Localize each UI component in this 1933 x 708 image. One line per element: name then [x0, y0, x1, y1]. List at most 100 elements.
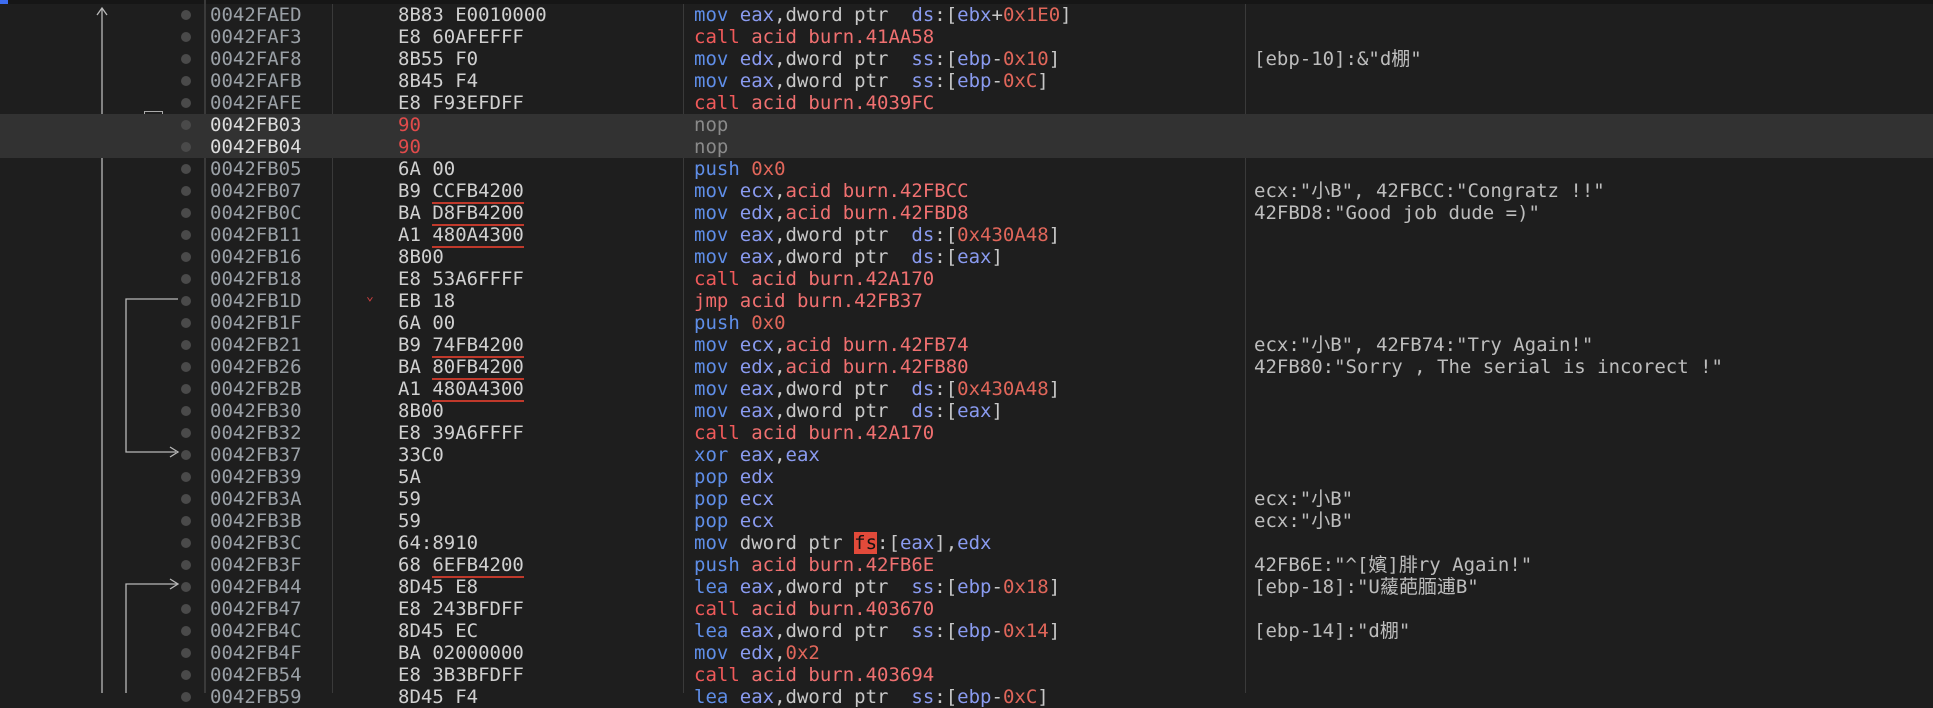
listing-row[interactable]: 0042FB0C BA D8FB4200 mov edx,acid burn.42F…	[0, 202, 1933, 226]
breakpoint-dot-icon[interactable]	[181, 362, 191, 372]
listing-row[interactable]: 0042FB07 B9 CCFB4200 mov ecx,acid burn.42F…	[0, 180, 1933, 204]
listing-row[interactable]: 0042FB26 BA 80FB4200 mov edx,acid burn.42F…	[0, 356, 1933, 380]
listing-row[interactable]: 0042FB03 90 nop	[0, 114, 1933, 136]
byte-segment: 480A4300	[432, 378, 524, 402]
listing-row[interactable]: 0042FB18 E8 53A6FFFF call acid burn.42A170	[0, 268, 1933, 290]
breakpoint-dot-icon[interactable]	[181, 494, 191, 504]
listing-row[interactable]: 0042FB32 E8 39A6FFFF call acid burn.42A170	[0, 422, 1933, 444]
breakpoint-dot-icon[interactable]	[181, 340, 191, 350]
breakpoint-dot-icon[interactable]	[181, 626, 191, 636]
listing-row[interactable]: 0042FAF3 E8 60AFEFFF call acid burn.41AA58	[0, 26, 1933, 48]
byte-segment: E8 60AFEFFF	[398, 26, 524, 48]
byte-segment: 6EFB4200	[432, 554, 524, 578]
address: 0042FB07	[210, 180, 302, 202]
breakpoint-dot-icon[interactable]	[181, 76, 191, 86]
listing-row[interactable]: 0042FB05 6A 00 push 0x0	[0, 158, 1933, 180]
listing-row[interactable]: 0042FB3F 68 6EFB4200 push acid burn.42FB6E…	[0, 554, 1933, 578]
address: 0042FB16	[210, 246, 302, 268]
listing-row[interactable]: 0042FB21 B9 74FB4200 mov ecx,acid burn.42F…	[0, 334, 1933, 358]
listing-row[interactable]: 0042FAED 8B83 E0010000 mov eax,dword ptr d…	[0, 4, 1933, 26]
breakpoint-dot-icon[interactable]	[181, 384, 191, 394]
listing-row[interactable]: 0042FAF8 8B55 F0 mov edx,dword ptr ss:[ebp…	[0, 48, 1933, 70]
breakpoint-dot-icon[interactable]	[181, 252, 191, 262]
breakpoint-dot-icon[interactable]	[181, 428, 191, 438]
breakpoint-dot-icon[interactable]	[181, 516, 191, 526]
disassembly-text: call acid burn.403670	[694, 598, 934, 620]
breakpoint-dot-icon[interactable]	[181, 450, 191, 460]
asm-token: edx	[739, 48, 775, 70]
disassembly-text: mov dword ptr fs:[eax],edx	[694, 532, 991, 554]
breakpoint-dot-icon[interactable]	[181, 32, 191, 42]
asm-token: mov	[694, 532, 740, 554]
asm-token: ,	[774, 202, 786, 224]
breakpoint-dot-icon[interactable]	[181, 648, 191, 658]
address: 0042FB44	[210, 576, 302, 598]
breakpoint-dot-icon[interactable]	[181, 120, 191, 130]
byte-segment: 6A 00	[398, 312, 456, 334]
asm-token: eax	[739, 246, 775, 268]
breakpoint-dot-icon[interactable]	[181, 10, 191, 20]
breakpoint-dot-icon[interactable]	[181, 318, 191, 328]
listing-row[interactable]: 0042FB11 A1 480A4300 mov eax,dword ptr ds:…	[0, 224, 1933, 248]
asm-token: mov	[694, 642, 740, 664]
breakpoint-dot-icon[interactable]	[181, 186, 191, 196]
listing-row[interactable]: 0042FAFE E8 F93EFDFF call acid burn.4039FC	[0, 92, 1933, 114]
listing-row[interactable]: 0042FB47 E8 243BFDFF call acid burn.403670	[0, 598, 1933, 620]
listing-row[interactable]: 0042FB39 5A pop edx	[0, 466, 1933, 488]
address: 0042FB18	[210, 268, 302, 290]
chevron-down-icon: ⌄	[366, 289, 374, 304]
breakpoint-dot-icon[interactable]	[181, 296, 191, 306]
asm-token: call	[694, 664, 752, 686]
asm-token: :[	[934, 246, 958, 268]
breakpoint-dot-icon[interactable]	[181, 274, 191, 284]
breakpoint-dot-icon[interactable]	[181, 406, 191, 416]
breakpoint-dot-icon[interactable]	[181, 692, 191, 702]
asm-token: mov	[694, 356, 740, 378]
address: 0042FB30	[210, 400, 302, 422]
asm-token: jmp	[694, 290, 740, 312]
listing-row[interactable]: 0042FB4C 8D45 EC lea eax,dword ptr ss:[ebp…	[0, 620, 1933, 642]
asm-token: acid burn.403694	[751, 664, 935, 686]
breakpoint-dot-icon[interactable]	[181, 538, 191, 548]
breakpoint-dot-icon[interactable]	[181, 98, 191, 108]
listing-row[interactable]: 0042FAFB 8B45 F4 mov eax,dword ptr ss:[ebp…	[0, 70, 1933, 92]
breakpoint-dot-icon[interactable]	[181, 560, 191, 570]
instruction-bytes: BA 02000000	[398, 642, 524, 664]
breakpoint-dot-icon[interactable]	[181, 604, 191, 614]
listing-row[interactable]: 0042FB04 90 nop	[0, 136, 1933, 158]
listing-row[interactable]: 0042FB30 8B00 mov eax,dword ptr ds:[eax]	[0, 400, 1933, 422]
asm-token: call	[694, 422, 752, 444]
breakpoint-dot-icon[interactable]	[181, 230, 191, 240]
disassembly-text: jmp acid burn.42FB37	[694, 290, 923, 312]
asm-token: ]	[991, 246, 1003, 268]
address: 0042FB1F	[210, 312, 302, 334]
instruction-bytes: 59	[398, 488, 421, 510]
disassembly-text: lea eax,dword ptr ss:[ebp-0x18]	[694, 576, 1060, 598]
listing-row[interactable]: 0042FB37 33C0 xor eax,eax	[0, 444, 1933, 466]
asm-token: eax	[739, 4, 775, 26]
breakpoint-dot-icon[interactable]	[181, 670, 191, 680]
listing-row[interactable]: 0042FB3B 59 pop ecx ecx:"小B"	[0, 510, 1933, 532]
comment: ecx:"小B", 42FB74:"Try Again!"	[1254, 334, 1594, 356]
listing-row[interactable]: 0042FB16 8B00 mov eax,dword ptr ds:[eax]	[0, 246, 1933, 268]
listing-row[interactable]: 0042FB2B A1 480A4300 mov eax,dword ptr ds:…	[0, 378, 1933, 402]
listing-row[interactable]: 0042FB1F 6A 00 push 0x0	[0, 312, 1933, 334]
byte-segment: B9	[398, 180, 433, 202]
breakpoint-dot-icon[interactable]	[181, 472, 191, 482]
instruction-bytes: 8B00	[398, 246, 444, 268]
breakpoint-dot-icon[interactable]	[181, 164, 191, 174]
listing-row[interactable]: 0042FB1D ⌄ EB 18 jmp acid burn.42FB37	[0, 289, 1933, 312]
breakpoint-dot-icon[interactable]	[181, 582, 191, 592]
asm-token: mov	[694, 224, 740, 246]
listing-row[interactable]: 0042FB4F BA 02000000 mov edx,0x2	[0, 642, 1933, 664]
byte-segment: 8B00	[398, 400, 444, 422]
listing-row[interactable]: 0042FB44 8D45 E8 lea eax,dword ptr ss:[ebp…	[0, 576, 1933, 598]
breakpoint-dot-icon[interactable]	[181, 208, 191, 218]
listing-row[interactable]: 0042FB59 8D45 F4 lea eax,dword ptr ss:[ebp…	[0, 686, 1933, 708]
breakpoint-dot-icon[interactable]	[181, 54, 191, 64]
disassembly-text: call acid burn.41AA58	[694, 26, 934, 48]
listing-row[interactable]: 0042FB54 E8 3B3BFDFF call acid burn.403694	[0, 664, 1933, 686]
listing-row[interactable]: 0042FB3C 64:8910 mov dword ptr fs:[eax],ed…	[0, 532, 1933, 554]
listing-row[interactable]: 0042FB3A 59 pop ecx ecx:"小B"	[0, 488, 1933, 510]
breakpoint-dot-icon[interactable]	[181, 142, 191, 152]
